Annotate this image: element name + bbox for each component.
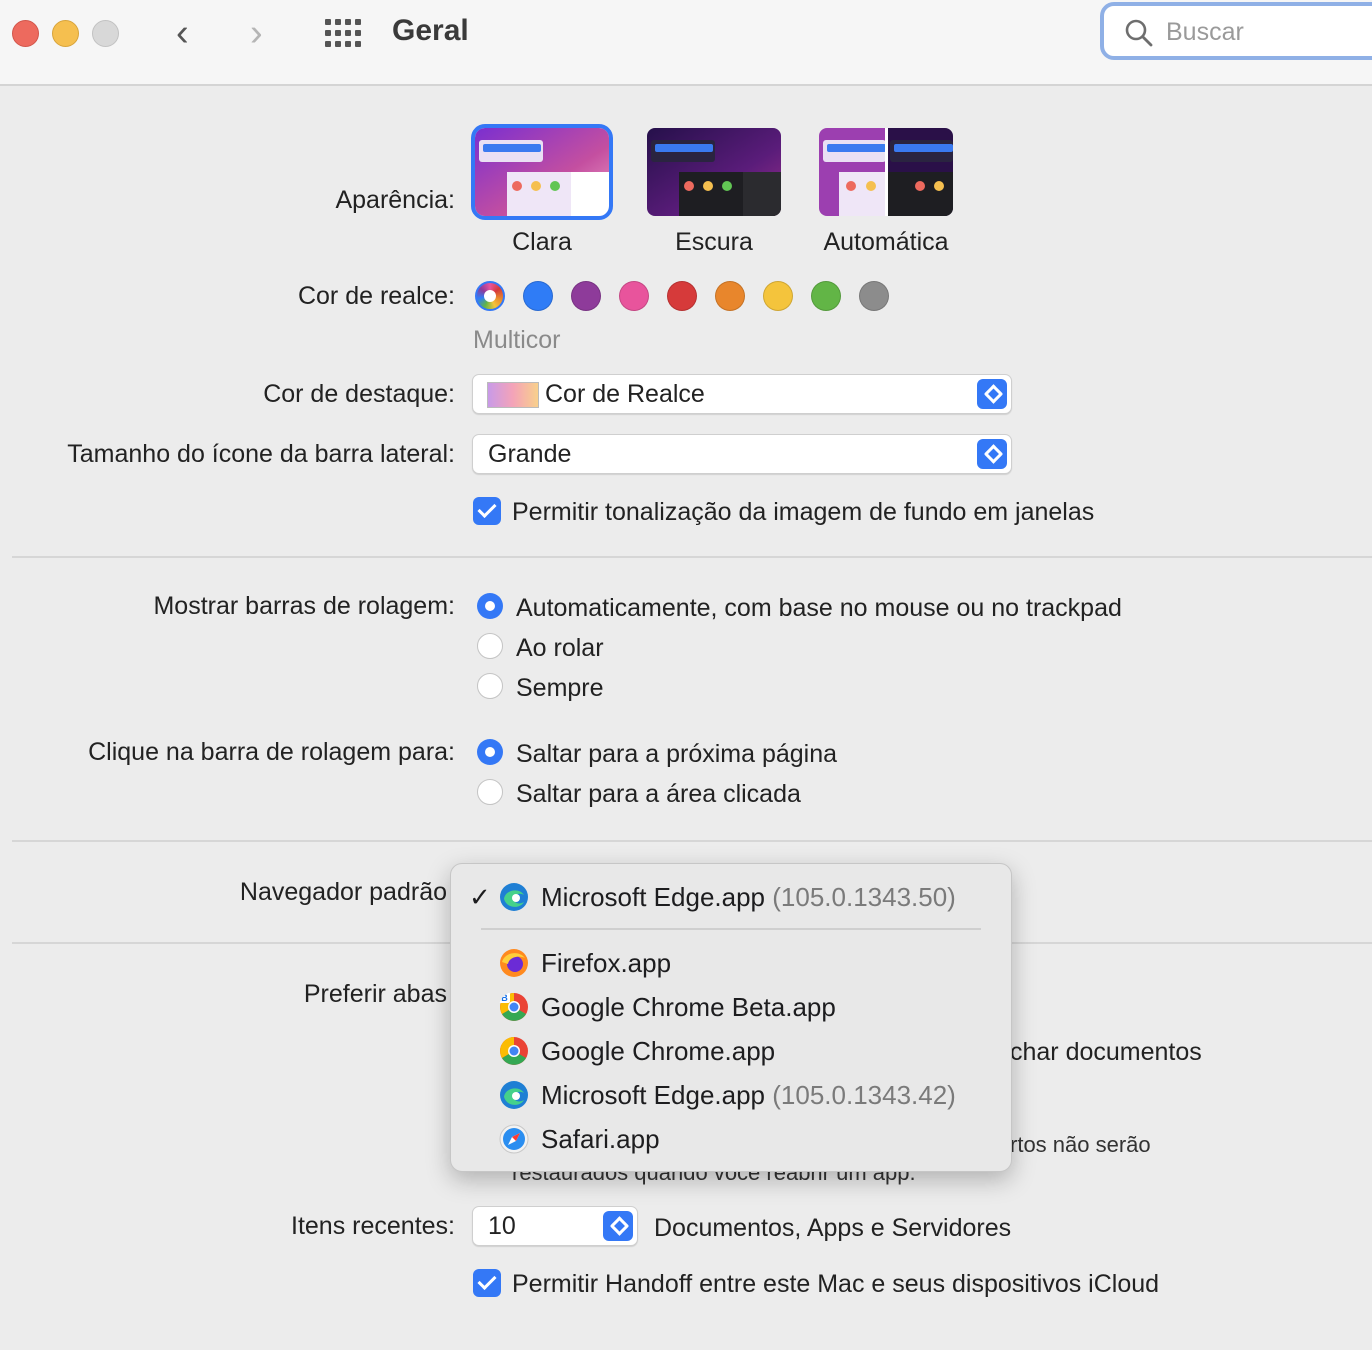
close-docs-partial-text: char documentos: [1010, 1038, 1202, 1066]
menu-item-chrome[interactable]: Google Chrome.app: [541, 1036, 775, 1067]
accent-blue-swatch[interactable]: [523, 281, 553, 311]
menu-item-edge-selected-version: (105.0.1343.50): [772, 882, 956, 912]
scrollbars-label: Mostrar barras de rolagem:: [153, 592, 455, 620]
handoff-checkbox[interactable]: [473, 1269, 501, 1297]
tinting-label: Permitir tonalização da imagem de fundo …: [512, 498, 1095, 526]
grid-icon[interactable]: [324, 18, 364, 48]
appearance-label: Aparência:: [335, 186, 455, 214]
restore-partial-text: rtos não serão: [1010, 1132, 1151, 1157]
recent-items-suffix: Documentos, Apps e Servidores: [654, 1214, 1012, 1242]
accent-green-swatch[interactable]: [811, 281, 841, 311]
chrome-icon: [500, 1037, 528, 1065]
appearance-auto-label: Automática: [823, 228, 949, 256]
firefox-icon: [500, 949, 528, 977]
menu-item-chrome-beta-name: Google Chrome Beta.app: [541, 992, 836, 1022]
handoff-label: Permitir Handoff entre este Mac e seus d…: [512, 1270, 1160, 1298]
safari-icon: [499, 1124, 529, 1154]
scrollbars-always-label: Sempre: [516, 674, 604, 702]
back-button[interactable]: ‹: [176, 14, 189, 52]
chrome-beta-icon: B: [499, 992, 528, 1021]
menu-item-edge-older-version: (105.0.1343.42): [772, 1080, 956, 1110]
default-browser-menu: ✓ Microsoft Edge.app (105.0.1343.50) Fir…: [450, 863, 1012, 1172]
menu-separator: [481, 928, 981, 930]
scroll-click-spot-label: Saltar para a área clicada: [516, 780, 801, 808]
zoom-window-button[interactable]: [92, 20, 119, 47]
scroll-click-label: Clique na barra de rolagem para:: [88, 738, 455, 766]
scroll-click-next-page-label: Saltar para a próxima página: [516, 740, 838, 768]
accent-yellow-swatch[interactable]: [763, 281, 793, 311]
search-placeholder: Buscar: [1166, 18, 1244, 46]
menu-item-firefox-name: Firefox.app: [541, 948, 672, 978]
forward-button[interactable]: ›: [250, 14, 263, 52]
menu-item-safari-name: Safari.app: [541, 1124, 660, 1154]
appearance-dark-label: Escura: [675, 228, 753, 256]
sidebar-icon-size-stepper-icon: [977, 439, 1007, 469]
sidebar-icon-size-label: Tamanho do ícone da barra lateral:: [67, 440, 455, 468]
accent-pink-swatch[interactable]: [619, 281, 649, 311]
tinting-checkbox[interactable]: [473, 497, 501, 525]
menu-item-chrome-name: Google Chrome.app: [541, 1036, 776, 1066]
recent-items-stepper-icon: [603, 1211, 633, 1241]
highlight-color-value: Cor de Realce: [545, 380, 705, 408]
default-browser-label: Navegador padrão: [239, 878, 447, 906]
separator: [12, 556, 1372, 558]
appearance-light-thumb[interactable]: [471, 124, 613, 220]
edge-icon: [500, 1081, 528, 1109]
menu-item-safari[interactable]: Safari.app: [541, 1124, 660, 1155]
recent-items-value: 10: [488, 1212, 516, 1240]
accent-graphite-swatch[interactable]: [859, 281, 889, 311]
accent-selected-name: Multicor: [473, 326, 561, 354]
scrollbars-always-radio[interactable]: [477, 673, 503, 699]
accent-orange-swatch[interactable]: [715, 281, 745, 311]
scrollbars-scrolling-label: Ao rolar: [516, 634, 604, 662]
accent-multicolor-swatch[interactable]: [475, 281, 505, 311]
appearance-light-label: Clara: [512, 228, 572, 256]
prefer-tabs-label: Preferir abas: [303, 980, 447, 1008]
appearance-dark-thumb[interactable]: [647, 128, 781, 216]
checkmark-icon: ✓: [469, 882, 491, 912]
menu-item-firefox[interactable]: Firefox.app: [541, 948, 671, 979]
scroll-click-spot-radio[interactable]: [477, 779, 503, 805]
menu-item-edge-selected-name: Microsoft Edge.app: [541, 882, 766, 912]
accent-red-swatch[interactable]: [667, 281, 697, 311]
scrollbars-scrolling-radio[interactable]: [477, 633, 503, 659]
search-icon: [1125, 19, 1153, 47]
separator: [12, 840, 1372, 842]
menu-item-edge-selected[interactable]: Microsoft Edge.app (105.0.1343.50): [541, 882, 956, 913]
recent-items-label: Itens recentes:: [291, 1212, 455, 1240]
scrollbars-auto-label: Automaticamente, com base no mouse ou no…: [516, 594, 1122, 622]
edge-icon: [500, 883, 528, 911]
scroll-click-next-page-radio[interactable]: [477, 739, 503, 765]
appearance-auto-thumb[interactable]: [819, 128, 953, 216]
svg-text:B: B: [501, 993, 508, 1003]
close-window-button[interactable]: [12, 20, 39, 47]
sidebar-icon-size-value: Grande: [488, 440, 572, 468]
window-title: Geral: [392, 14, 469, 47]
highlight-color-stepper-icon: [977, 379, 1007, 409]
menu-item-edge-older-name: Microsoft Edge.app: [541, 1080, 766, 1110]
menu-item-edge-older[interactable]: Microsoft Edge.app (105.0.1343.42): [541, 1080, 956, 1111]
scrollbars-auto-radio[interactable]: [477, 593, 503, 619]
minimize-window-button[interactable]: [52, 20, 79, 47]
accent-color-label: Cor de realce:: [297, 282, 455, 310]
menu-item-chrome-beta[interactable]: Google Chrome Beta.app: [541, 992, 836, 1023]
highlight-color-label: Cor de destaque:: [263, 380, 455, 408]
accent-purple-swatch[interactable]: [571, 281, 601, 311]
highlight-color-preview: [487, 382, 539, 408]
